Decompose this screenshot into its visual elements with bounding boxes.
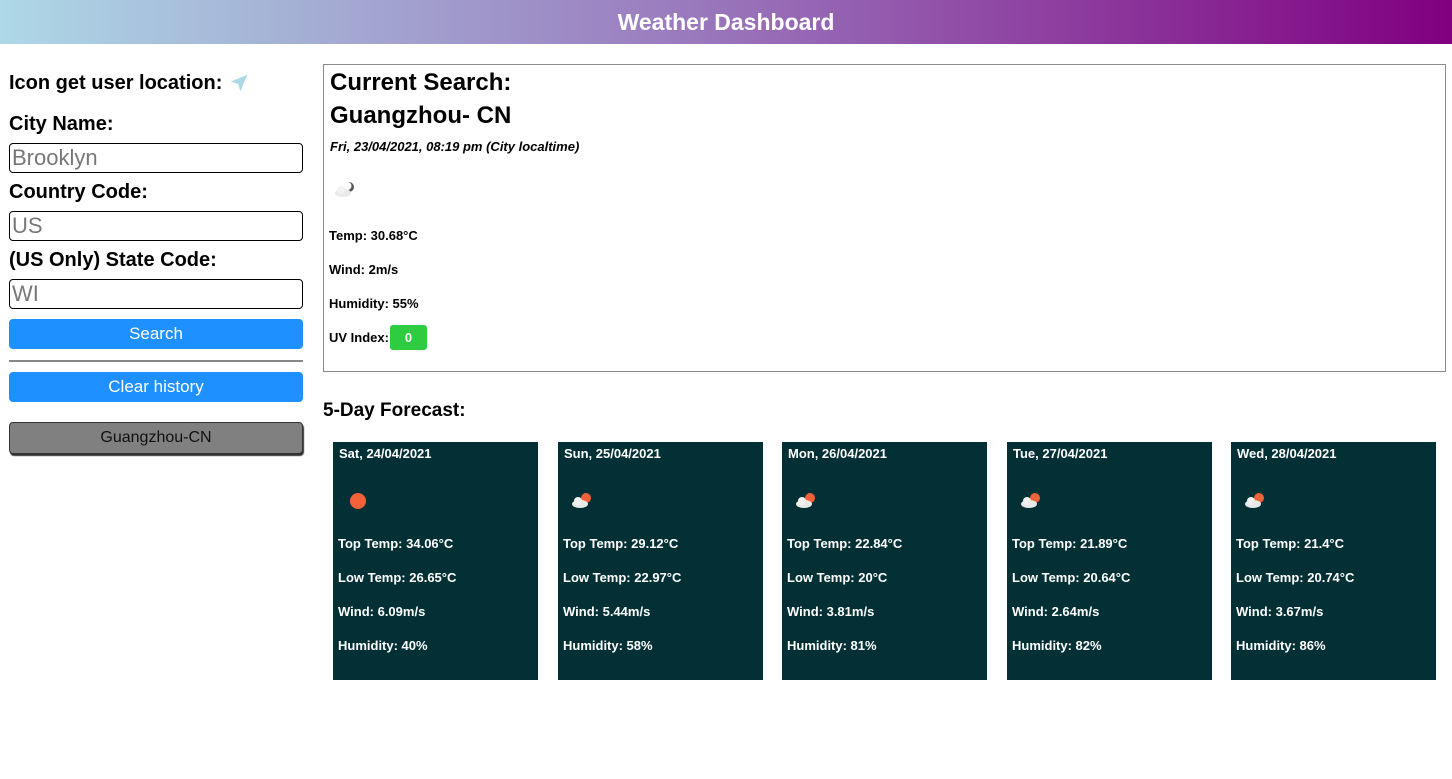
forecast-card: Wed, 28/04/2021 Top Temp: 21.4°C Low Tem… (1231, 442, 1436, 680)
forecast-low-temp: Low Temp: 20.64°C (1012, 569, 1131, 585)
uv-index-label: UV Index: (329, 329, 389, 345)
night-cloud-icon (335, 182, 354, 197)
current-search-heading: Current Search: (330, 69, 512, 96)
country-label: Country Code: (9, 180, 148, 203)
location-arrow-icon[interactable] (228, 72, 250, 94)
sun-cloud-icon (572, 493, 591, 508)
uv-index-badge: 0 (389, 324, 427, 350)
forecast-wind: Wind: 5.44m/s (563, 603, 651, 619)
forecast-date: Mon, 26/04/2021 (788, 446, 887, 461)
uv-index-row: UV Index: 0 (329, 320, 1439, 354)
forecast-low-temp: Low Temp: 20.74°C (1236, 569, 1355, 585)
forecast-card: Mon, 26/04/2021 Top Temp: 22.84°C Low Te… (782, 442, 987, 680)
current-weather-panel: Current Search: Guangzhou- CN Fri, 23/04… (323, 64, 1446, 372)
app-header: Weather Dashboard (0, 0, 1452, 44)
current-temp: Temp: 30.68°C (329, 227, 418, 243)
forecast-humidity: Humidity: 86% (1236, 637, 1326, 653)
forecast-wind: Wind: 6.09m/s (338, 603, 426, 619)
forecast-date: Tue, 27/04/2021 (1013, 446, 1108, 461)
state-label: (US Only) State Code: (9, 248, 217, 271)
forecast-wind: Wind: 3.67m/s (1236, 603, 1324, 619)
sun-cloud-icon (1021, 493, 1040, 508)
forecast-top-temp: Top Temp: 21.89°C (1012, 535, 1128, 551)
forecast-cards: Sat, 24/04/2021 Top Temp: 34.06°C Low Te… (333, 442, 1436, 680)
forecast-top-temp: Top Temp: 21.4°C (1236, 535, 1345, 551)
forecast-wind: Wind: 3.81m/s (787, 603, 875, 619)
sun-cloud-icon (796, 493, 815, 508)
state-input[interactable] (9, 279, 303, 309)
current-datetime: Fri, 23/04/2021, 08:19 pm (City localtim… (330, 139, 580, 154)
sun-icon (350, 493, 366, 509)
forecast-humidity: Humidity: 82% (1012, 637, 1102, 653)
forecast-wind: Wind: 2.64m/s (1012, 603, 1100, 619)
forecast-humidity: Humidity: 81% (787, 637, 877, 653)
current-wind: Wind: 2m/s (329, 261, 399, 277)
location-row: Icon get user location: (9, 70, 303, 96)
sun-cloud-icon (1245, 493, 1264, 508)
current-humidity: Humidity: 55% (329, 295, 419, 311)
forecast-humidity: Humidity: 58% (563, 637, 653, 653)
history-item-button[interactable]: Guangzhou-CN (9, 422, 303, 454)
clear-history-button[interactable]: Clear history (9, 372, 303, 402)
search-button[interactable]: Search (9, 319, 303, 349)
forecast-top-temp: Top Temp: 22.84°C (787, 535, 903, 551)
city-label: City Name: (9, 112, 114, 135)
forecast-humidity: Humidity: 40% (338, 637, 428, 653)
forecast-heading: 5-Day Forecast: (323, 400, 466, 421)
forecast-low-temp: Low Temp: 26.65°C (338, 569, 457, 585)
country-input[interactable] (9, 211, 303, 241)
forecast-card: Sun, 25/04/2021 Top Temp: 29.12°C Low Te… (558, 442, 763, 680)
forecast-card: Tue, 27/04/2021 Top Temp: 21.89°C Low Te… (1007, 442, 1212, 680)
forecast-date: Sat, 24/04/2021 (339, 446, 432, 461)
sidebar-divider (9, 360, 303, 362)
forecast-low-temp: Low Temp: 22.97°C (563, 569, 682, 585)
forecast-low-temp: Low Temp: 20°C (787, 569, 888, 585)
forecast-top-temp: Top Temp: 34.06°C (338, 535, 454, 551)
current-city: Guangzhou- CN (330, 102, 512, 129)
search-sidebar: Icon get user location: City Name: Count… (9, 70, 303, 454)
forecast-date: Sun, 25/04/2021 (564, 446, 661, 461)
forecast-date: Wed, 28/04/2021 (1237, 446, 1337, 461)
location-label: Icon get user location: (9, 71, 223, 94)
forecast-card: Sat, 24/04/2021 Top Temp: 34.06°C Low Te… (333, 442, 538, 680)
forecast-top-temp: Top Temp: 29.12°C (563, 535, 679, 551)
city-input[interactable] (9, 143, 303, 173)
page-title: Weather Dashboard (617, 8, 835, 35)
